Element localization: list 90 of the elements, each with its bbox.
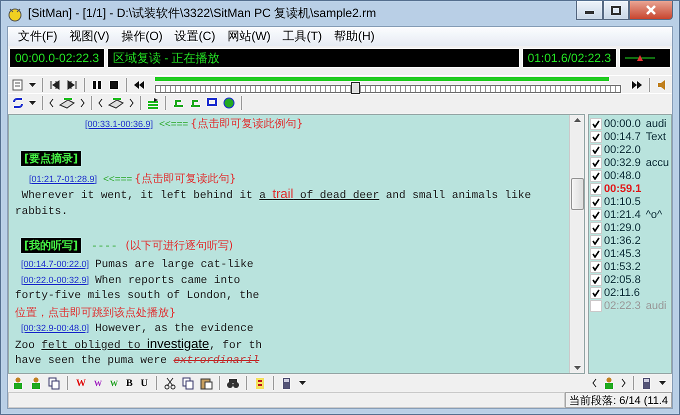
text-line: forty-five miles south of London, the <box>15 289 260 304</box>
segment-item[interactable]: 01:53.2 <box>590 260 671 273</box>
menu-item[interactable]: 设置(C) <box>168 28 222 45</box>
skip-forward-icon[interactable] <box>65 78 79 92</box>
maximize-button[interactable] <box>603 1 629 20</box>
segment-checkbox[interactable] <box>590 170 602 182</box>
segment-checkbox[interactable] <box>590 196 602 208</box>
scroll-up-icon[interactable] <box>574 118 580 122</box>
segment-item[interactable]: 01:29.0 <box>590 221 671 234</box>
status-text: 当前段落: 6/14 (11.4 <box>565 392 672 408</box>
segment-checkbox[interactable] <box>590 144 602 156</box>
app-logo-icon <box>7 6 23 22</box>
progress-thumb[interactable] <box>351 82 360 94</box>
timestamp-link[interactable]: [00:33.1-00:36.9] <box>85 119 154 129</box>
dictation-text: However, as the evidence <box>95 323 254 335</box>
format-button[interactable]: W <box>92 376 104 390</box>
hint-note: (以下可进行逐句听写) <box>125 238 234 252</box>
segment-checkbox[interactable] <box>590 118 602 130</box>
window-title: [SitMan] - [1/1] - D:\试装软件\3322\SitMan PC 复读机\sample2.rm <box>28 5 378 22</box>
segment-checkbox[interactable] <box>590 130 602 142</box>
chevron-right-icon[interactable] <box>620 376 627 390</box>
timestamp-link[interactable]: [01:21.7-01:28.9] <box>29 174 98 184</box>
menu-item[interactable]: 视图(V) <box>63 28 116 45</box>
segment-item[interactable]: 01:21.4 ^o^ <box>590 208 671 221</box>
section-heading: [要点摘录] <box>21 151 82 166</box>
copy-icon[interactable] <box>47 376 61 390</box>
timestamp-link[interactable]: [00:22.0-00:32.9] <box>21 274 90 284</box>
binoculars-icon[interactable] <box>226 376 240 390</box>
section-heading: [我的听写] <box>21 238 82 252</box>
format-button[interactable]: U <box>138 376 150 390</box>
segment-checkbox[interactable] <box>590 208 602 220</box>
timestamp-link[interactable]: [00:32.9-00:48.0] <box>21 323 90 333</box>
list-icon[interactable] <box>11 78 25 92</box>
chevron-left-icon[interactable] <box>591 376 598 390</box>
copy-icon[interactable] <box>180 376 195 390</box>
segment-item[interactable]: 01:10.5 <box>590 195 671 208</box>
segment-item[interactable]: 02:05.8 <box>590 273 671 286</box>
progress-track[interactable] <box>155 76 621 92</box>
dictation-text: When reports came into <box>95 274 240 286</box>
skip-back-icon[interactable] <box>48 78 62 92</box>
lines-icon[interactable] <box>146 96 160 110</box>
segment-item[interactable]: 01:36.2 <box>590 234 671 247</box>
text-line: 位置，点击即可跳到该点处播放} <box>15 304 177 320</box>
menu-item[interactable]: 文件(F) <box>12 28 64 45</box>
format-button[interactable]: W <box>74 376 88 390</box>
text-line: Wherever it went, it left behind it a trail of dead deer and small animals like rabbits. <box>15 188 532 220</box>
range-display: 00:00.0-02:22.3 <box>10 49 104 67</box>
menu-item[interactable]: 工具(T) <box>276 28 328 45</box>
segment-checkbox[interactable] <box>590 182 602 194</box>
timestamp-link[interactable]: [00:14.7-00:22.0] <box>21 259 90 269</box>
dictation-text: Pumas are large cat-like <box>95 259 254 271</box>
volume-slider-icon <box>625 53 655 63</box>
arrow-marker: <<=== <box>103 174 132 184</box>
hint-note: {点击即可复读此句} <box>134 172 236 184</box>
hint-note: {点击即可复读此例句} <box>190 117 304 130</box>
menu-item[interactable]: 帮助(H) <box>328 28 381 45</box>
segment-item[interactable]: 00:00.0 audi <box>590 117 671 130</box>
status-display: 区域复读 - 正在播放 <box>108 49 519 67</box>
menu-item[interactable]: 操作(O) <box>115 28 169 45</box>
segment-item[interactable]: 00:22.0 <box>590 143 671 156</box>
segment-checkbox[interactable] <box>590 260 602 272</box>
segment-checkbox[interactable] <box>590 300 602 312</box>
maximize-icon <box>611 6 621 14</box>
scroll-down-icon[interactable] <box>574 366 580 370</box>
dash-marker: ---- <box>91 240 118 252</box>
minimize-button[interactable] <box>576 1 603 20</box>
repeat-icon[interactable] <box>11 96 25 110</box>
arrow-marker: <<=== <box>159 119 188 130</box>
scissors-icon[interactable] <box>162 376 177 390</box>
clipboard-icon[interactable] <box>198 376 213 390</box>
segment-checkbox[interactable] <box>590 156 602 168</box>
scrollbar[interactable] <box>569 115 584 373</box>
format-button[interactable]: B <box>124 376 135 390</box>
segment-checkbox[interactable] <box>590 286 602 298</box>
segment-checkbox[interactable] <box>590 222 602 234</box>
segment-item[interactable]: 01:45.3 <box>590 247 671 260</box>
segment-checkbox[interactable] <box>590 274 602 286</box>
text-line: have seen the puma were extrordinaril <box>15 354 260 369</box>
menu-item[interactable]: 网站(W) <box>221 28 277 45</box>
close-button[interactable] <box>629 1 673 20</box>
segment-item[interactable]: 00:14.7 Text <box>590 130 671 143</box>
segment-checkbox[interactable] <box>590 234 602 246</box>
close-icon <box>646 5 656 15</box>
segment-item[interactable]: 00:32.9 accu <box>590 156 671 169</box>
segment-item[interactable]: 00:48.0 <box>590 169 671 182</box>
segment-checkbox[interactable] <box>590 248 602 260</box>
scroll-thumb[interactable] <box>570 178 584 210</box>
segment-item[interactable]: 02:11.6 <box>590 286 671 299</box>
position-display: 01:01.6/02:22.3 <box>522 49 616 67</box>
person-icon[interactable] <box>11 376 25 390</box>
